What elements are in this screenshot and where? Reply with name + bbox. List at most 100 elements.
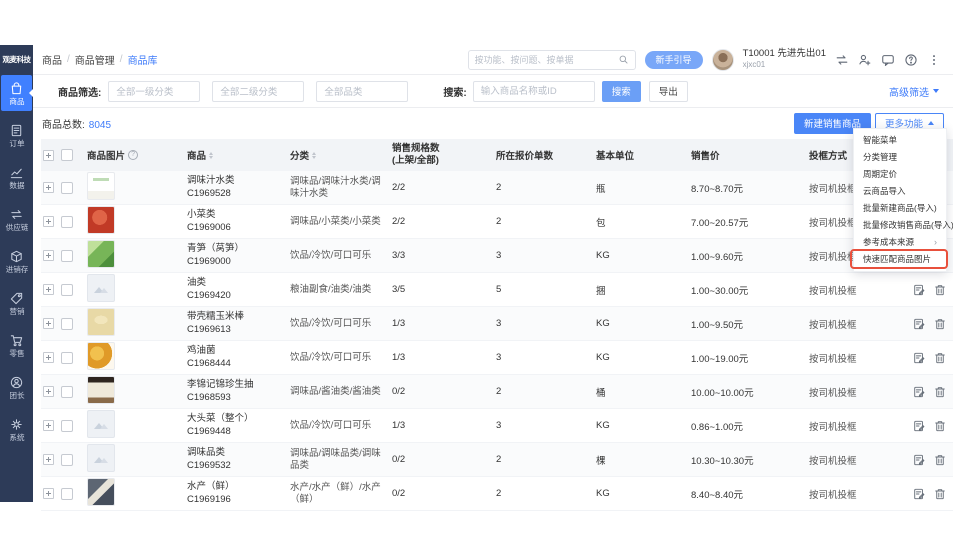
more-menu-icon[interactable] (927, 53, 941, 67)
invite-icon[interactable] (858, 53, 872, 67)
menu-item[interactable]: 快速匹配商品图片 (850, 249, 948, 269)
expand-row-button[interactable] (43, 318, 54, 329)
level2-category-select[interactable]: 全部二级分类 (212, 80, 305, 102)
product-image (87, 342, 115, 370)
product-code: C1969448 (187, 425, 231, 437)
product-table: 商品图片 商品 分类 销售规格数 (上架/全部) 所 (41, 139, 953, 511)
product-name-cell: 鸡油菌 C1968444 (187, 345, 290, 371)
expand-row-button[interactable] (43, 182, 54, 193)
edit-quotation-icon[interactable] (913, 352, 925, 364)
expand-all-button[interactable] (43, 149, 54, 161)
product-name: 李锦记锦珍生抽 (187, 378, 254, 390)
expand-row-button[interactable] (43, 284, 54, 295)
edit-quotation-icon[interactable] (913, 284, 925, 296)
base-unit: KG (596, 488, 610, 499)
menu-item[interactable]: 批量新建商品(导入) (854, 200, 946, 217)
expand-row-button[interactable] (43, 352, 54, 363)
expand-row-button[interactable] (43, 216, 54, 227)
product-search-input[interactable] (472, 80, 595, 102)
expand-row-button[interactable] (43, 250, 54, 261)
sort-icon[interactable] (312, 150, 317, 161)
row-checkbox[interactable] (61, 215, 73, 228)
row-checkbox[interactable] (61, 487, 73, 500)
sale-price: 1.00~30.00元 (691, 285, 749, 297)
expand-row-button[interactable] (43, 420, 54, 431)
row-checkbox[interactable] (61, 351, 73, 364)
sidebar-item-marketing[interactable]: 营销 (1, 285, 32, 321)
product-name: 小菜类 (187, 208, 216, 220)
menu-item[interactable]: 周期定价 (854, 166, 946, 183)
delete-icon[interactable] (934, 352, 946, 364)
sidebar-item-system[interactable]: 系统 (1, 411, 32, 447)
sidebar-item-data[interactable]: 数据 (1, 159, 32, 195)
expand-row-button[interactable] (43, 454, 54, 465)
product-category: 调味品/小菜类/小菜类 (290, 215, 381, 227)
global-search-input[interactable] (474, 54, 618, 65)
level1-category-select[interactable]: 全部一级分类 (108, 80, 201, 102)
message-icon[interactable] (881, 53, 895, 67)
breadcrumb-item-goods[interactable]: 商品 (42, 52, 62, 67)
top-bar: 商品 / 商品管理 / 商品库 新手引导 T10001 先进先出01 xjx (33, 45, 953, 75)
row-checkbox[interactable] (61, 317, 73, 330)
edit-quotation-icon[interactable] (913, 454, 925, 466)
menu-item[interactable]: 参考成本来源 › (854, 234, 946, 251)
breadcrumb-item-goods-library[interactable]: 商品库 (128, 52, 158, 67)
product-image (87, 172, 115, 200)
edit-quotation-icon[interactable] (913, 386, 925, 398)
menu-item[interactable]: 智能菜单 (854, 132, 946, 149)
row-checkbox[interactable] (61, 249, 73, 262)
row-checkbox[interactable] (61, 453, 73, 466)
sort-icon[interactable] (209, 150, 214, 161)
sidebar-item-leader[interactable]: 团长 (1, 369, 32, 405)
select-all-checkbox[interactable] (61, 149, 73, 161)
header-category[interactable]: 分类 (290, 148, 392, 162)
row-checkbox[interactable] (61, 419, 73, 432)
delete-icon[interactable] (934, 454, 946, 466)
sidebar-item-supply-chain[interactable]: 供应链 (1, 201, 32, 237)
row-checkbox[interactable] (61, 385, 73, 398)
beginner-guide-button[interactable]: 新手引导 (644, 50, 703, 69)
sidebar-item-label: 订单 (8, 139, 25, 148)
menu-item[interactable]: 批量修改销售商品(导入) (854, 217, 953, 234)
search-button[interactable]: 搜索 (601, 80, 641, 102)
sidebar-item-goods[interactable]: 商品 (1, 75, 33, 111)
expand-row-button[interactable] (43, 488, 54, 499)
header-product[interactable]: 商品 (187, 148, 290, 162)
row-checkbox[interactable] (61, 181, 73, 194)
sidebar-item-orders[interactable]: 订单 (1, 117, 32, 153)
menu-item[interactable]: 云商品导入 (854, 183, 946, 200)
bag-icon (11, 82, 22, 95)
row-checkbox[interactable] (61, 283, 73, 296)
avatar[interactable] (711, 48, 734, 71)
product-category: 饮品/冷饮/可口可乐 (290, 249, 372, 261)
breadcrumb-item-goods-manage[interactable]: 商品管理 (75, 52, 115, 67)
table-row: 小菜类 C1969006 调味品/小菜类/小菜类 2/2 2 包 7.00~20… (41, 205, 953, 239)
edit-quotation-icon[interactable] (913, 488, 925, 500)
edit-quotation-icon[interactable] (913, 420, 925, 432)
delete-icon[interactable] (934, 488, 946, 500)
advanced-filter-link[interactable]: 高级筛选 (889, 84, 939, 99)
delete-icon[interactable] (934, 420, 946, 432)
help-circle-icon[interactable] (128, 150, 139, 160)
table-row: 鸡油菌 C1968444 饮品/冷饮/可口可乐 1/3 3 KG 1.00~19… (41, 341, 953, 375)
delete-icon[interactable] (934, 386, 946, 398)
sidebar-item-retail[interactable]: 零售 (1, 327, 32, 363)
delete-icon[interactable] (934, 318, 946, 330)
menu-item[interactable]: 分类管理 (854, 149, 946, 166)
total-count-label: 商品总数: (42, 119, 85, 131)
expand-row-button[interactable] (43, 386, 54, 397)
help-icon[interactable] (904, 53, 918, 67)
main-area: 商品 / 商品管理 / 商品库 新手引导 T10001 先进先出01 xjx (33, 45, 953, 511)
product-name-cell: 水产（鲜） C1969196 (187, 481, 290, 507)
delete-icon[interactable] (934, 284, 946, 296)
export-button[interactable]: 导出 (648, 80, 688, 102)
edit-quotation-icon[interactable] (913, 318, 925, 330)
switch-account-icon[interactable] (835, 53, 849, 67)
product-name-cell: 调味品类 C1969532 (187, 447, 290, 473)
product-code: C1968444 (187, 357, 231, 369)
sidebar-item-inventory[interactable]: 进销存 (1, 243, 32, 279)
app-window: 观麦科技 商品 订单 数据 供应链 进销存 营销 零售 团长 系统 商品 / 商… (0, 0, 953, 554)
product-type-select[interactable]: 全部品类 (316, 80, 409, 102)
product-name-cell: 油类 C1969420 (187, 277, 290, 303)
sale-price: 1.00~9.60元 (691, 251, 744, 263)
